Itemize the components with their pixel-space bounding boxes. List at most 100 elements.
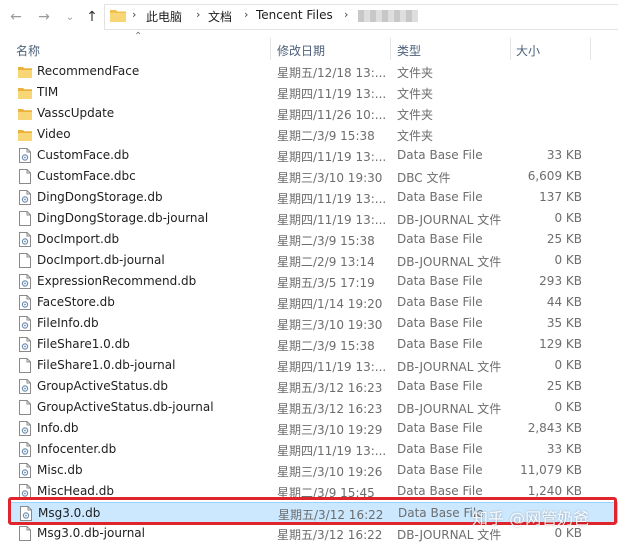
file-row[interactable]: FileInfo.db 星期三/3/10 19:30 Data Base File 3… bbox=[8, 313, 618, 334]
folder-icon bbox=[18, 127, 32, 142]
file-date: 星期二/3/9 15:38 bbox=[277, 129, 375, 143]
folder-icon bbox=[18, 64, 32, 79]
breadcrumb-separator-icon[interactable]: › bbox=[196, 8, 200, 21]
file-size: 25 KB bbox=[546, 232, 582, 246]
file-name: VasscUpdate bbox=[37, 106, 115, 120]
address-bar: ← → ⌄ ↑ › 此电脑 › 文档 › Tencent Files › bbox=[0, 0, 618, 34]
file-icon bbox=[18, 358, 32, 373]
breadcrumb-separator-icon[interactable]: › bbox=[132, 8, 136, 21]
file-date: 星期五/3/5 17:19 bbox=[277, 276, 375, 290]
file-type: 文件夹 bbox=[397, 108, 434, 122]
file-date: 星期四/11/19 13:... bbox=[277, 87, 387, 101]
file-name: FileInfo.db bbox=[37, 316, 99, 330]
column-divider[interactable] bbox=[270, 38, 271, 60]
file-row[interactable]: CustomFace.dbc 星期三/3/10 19:30 DBC 文件 6,609 … bbox=[8, 166, 618, 187]
file-icon bbox=[18, 526, 32, 541]
file-type: 文件夹 bbox=[397, 66, 434, 80]
file-row[interactable]: DocImport.db 星期二/3/9 15:38 Data Base File 2… bbox=[8, 229, 618, 250]
file-name: ExpressionRecommend.db bbox=[37, 274, 197, 288]
file-date: 星期四/11/26 10:... bbox=[277, 108, 387, 122]
column-header: 名称 修改日期 类型 大小 bbox=[0, 38, 618, 60]
database-file-icon bbox=[18, 442, 32, 457]
file-row[interactable]: Misc.db 星期三/3/10 19:26 Data Base File 11,07… bbox=[8, 460, 618, 481]
file-row[interactable]: VasscUpdate 星期四/11/26 10:... 文件夹 bbox=[8, 103, 618, 124]
file-name: Misc.db bbox=[37, 463, 83, 477]
file-name: DingDongStorage.db-journal bbox=[37, 211, 209, 225]
file-row[interactable]: Infocenter.db 星期四/11/19 13:... Data Base F… bbox=[8, 439, 618, 460]
folder-icon bbox=[18, 106, 32, 121]
file-size: 129 KB bbox=[539, 337, 582, 351]
file-row[interactable]: DingDongStorage.db 星期四/11/19 13:... Data B… bbox=[8, 187, 618, 208]
file-size: 0 KB bbox=[554, 211, 582, 225]
file-row[interactable]: Info.db 星期三/3/10 19:29 Data Base File 2,843… bbox=[8, 418, 618, 439]
file-date: 星期二/2/9 13:14 bbox=[277, 255, 375, 269]
file-row[interactable]: FileShare1.0.db-journal 星期四/11/19 13:... D… bbox=[8, 355, 618, 376]
file-row[interactable]: DocImport.db-journal 星期二/2/9 13:14 DB-JOUR… bbox=[8, 250, 618, 271]
file-name: Video bbox=[37, 127, 71, 141]
file-date: 星期五/3/12 16:23 bbox=[277, 402, 383, 416]
file-name: FileShare1.0.db bbox=[37, 337, 130, 351]
file-type: Data Base File bbox=[397, 274, 483, 288]
file-type: Data Base File bbox=[397, 295, 483, 309]
database-file-icon bbox=[18, 232, 32, 247]
breadcrumb-documents[interactable]: 文档 bbox=[208, 8, 232, 25]
breadcrumb-tencent-files[interactable]: Tencent Files bbox=[256, 8, 333, 22]
file-icon bbox=[18, 211, 32, 226]
file-size: 33 KB bbox=[546, 148, 582, 162]
file-size: 25 KB bbox=[546, 379, 582, 393]
file-row[interactable]: GroupActiveStatus.db 星期五/3/12 16:23 Data B… bbox=[8, 376, 618, 397]
file-date: 星期五/3/12 16:22 bbox=[277, 528, 383, 542]
file-type: DBC 文件 bbox=[397, 171, 451, 185]
database-file-icon bbox=[18, 337, 32, 352]
file-row[interactable]: RecommendFace 星期五/12/18 13:... 文件夹 bbox=[8, 61, 618, 82]
file-row[interactable]: ExpressionRecommend.db 星期五/3/5 17:19 Data … bbox=[8, 271, 618, 292]
column-date[interactable]: 修改日期 bbox=[277, 42, 325, 59]
file-date: 星期四/1/14 19:20 bbox=[277, 297, 383, 311]
file-type: Data Base File bbox=[397, 484, 483, 498]
file-size: 11,079 KB bbox=[520, 463, 582, 477]
file-size: 0 KB bbox=[554, 400, 582, 414]
column-size[interactable]: 大小 bbox=[516, 42, 540, 59]
breadcrumb-this-pc[interactable]: 此电脑 bbox=[146, 8, 182, 25]
file-name: Info.db bbox=[37, 421, 79, 435]
breadcrumb-separator-icon[interactable]: › bbox=[244, 8, 248, 21]
file-name: Msg3.0.db-journal bbox=[37, 526, 145, 540]
database-file-icon bbox=[18, 463, 32, 478]
up-icon[interactable]: ↑ bbox=[84, 7, 100, 27]
file-name: DingDongStorage.db bbox=[37, 190, 163, 204]
folder-icon bbox=[110, 10, 126, 22]
column-divider[interactable] bbox=[510, 38, 511, 60]
file-name: FileShare1.0.db-journal bbox=[37, 358, 176, 372]
database-file-icon bbox=[18, 274, 32, 289]
forward-icon[interactable]: → bbox=[36, 7, 52, 27]
column-type[interactable]: 类型 bbox=[397, 42, 421, 59]
file-date: 星期二/3/9 15:38 bbox=[277, 339, 375, 353]
file-type: DB-JOURNAL 文件 bbox=[397, 360, 502, 374]
recent-locations-icon[interactable]: ⌄ bbox=[62, 7, 78, 27]
column-divider[interactable] bbox=[590, 38, 591, 60]
column-divider[interactable] bbox=[390, 38, 391, 60]
file-name: Infocenter.db bbox=[37, 442, 117, 456]
file-row[interactable]: DingDongStorage.db-journal 星期四/11/19 13:.… bbox=[8, 208, 618, 229]
file-type: DB-JOURNAL 文件 bbox=[397, 255, 502, 269]
file-row[interactable]: TIM 星期四/11/19 13:... 文件夹 bbox=[8, 82, 618, 103]
file-size: 0 KB bbox=[554, 358, 582, 372]
column-name[interactable]: 名称 bbox=[16, 42, 40, 59]
file-row[interactable]: FileShare1.0.db 星期二/3/9 15:38 Data Base Fi… bbox=[8, 334, 618, 355]
file-row[interactable]: FaceStore.db 星期四/1/14 19:20 Data Base File… bbox=[8, 292, 618, 313]
file-type: 文件夹 bbox=[397, 87, 434, 101]
file-row[interactable]: CustomFace.db 星期四/11/19 13:... Data Base F… bbox=[8, 145, 618, 166]
file-icon bbox=[18, 400, 32, 415]
file-size: 33 KB bbox=[546, 442, 582, 456]
breadcrumb-separator-icon[interactable]: › bbox=[344, 8, 348, 21]
file-icon bbox=[18, 253, 32, 268]
folder-icon bbox=[18, 85, 32, 100]
back-icon[interactable]: ← bbox=[8, 7, 24, 27]
file-date: 星期五/3/12 16:23 bbox=[277, 381, 383, 395]
file-type: Data Base File bbox=[397, 232, 483, 246]
breadcrumb-redacted[interactable] bbox=[358, 10, 418, 22]
file-row[interactable]: Video 星期二/3/9 15:38 文件夹 bbox=[8, 124, 618, 145]
file-name: GroupActiveStatus.db bbox=[37, 379, 168, 393]
file-row[interactable]: GroupActiveStatus.db-journal 星期五/3/12 16:… bbox=[8, 397, 618, 418]
file-type: Data Base File bbox=[397, 442, 483, 456]
